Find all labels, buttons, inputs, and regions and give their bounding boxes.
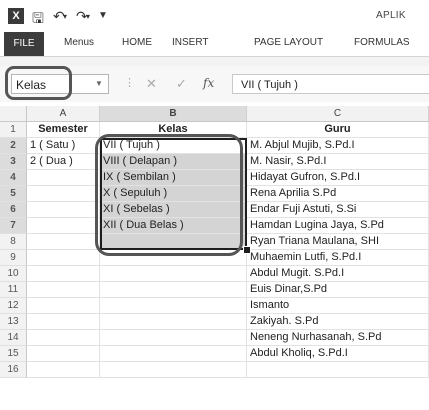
save-icon[interactable]: 🖫 [32,8,44,32]
customize-quick-access-icon[interactable]: ▼ [98,10,108,21]
table-cell[interactable] [27,298,100,314]
row-header[interactable]: 5 [0,186,27,202]
cell-header-semester[interactable]: Semester [27,122,100,138]
row-header[interactable]: 14 [0,330,27,346]
table-cell[interactable]: Zakiyah. S.Pd [247,314,429,330]
row-header[interactable]: 15 [0,346,27,362]
table-cell[interactable] [100,298,247,314]
table-cell[interactable]: Abdul Kholiq, S.Pd.I [247,346,429,362]
table-cell[interactable]: Muhaemin Lutfi, S.Pd.I [247,250,429,266]
table-cell[interactable] [27,330,100,346]
undo-dropdown-icon[interactable]: ▾ [63,12,67,21]
tab-page-layout[interactable]: PAGE LAYOUT [254,37,323,48]
table-cell[interactable] [27,234,100,250]
row-header[interactable]: 4 [0,170,27,186]
name-box-dropdown-icon[interactable]: ▼ [90,74,108,94]
table-cell[interactable]: IX ( Sembilan ) [100,170,247,186]
table-cell[interactable]: Hamdan Lugina Jaya, S.Pd [247,218,429,234]
column-header-b[interactable]: B [100,106,247,122]
row-header[interactable]: 8 [0,234,27,250]
table-cell[interactable] [27,202,100,218]
table-cell[interactable] [100,282,247,298]
table-cell[interactable]: VIII ( Delapan ) [100,154,247,170]
title-bar: X 🖫 ↶ ▾ ↷ ▾ ▼ APLIK [0,0,429,32]
table-cell[interactable] [27,346,100,362]
table-cell[interactable]: Ryan Triana Maulana, SHI [247,234,429,250]
table-cell[interactable]: Hidayat Gufron, S.Pd.I [247,170,429,186]
table-cell[interactable]: XII ( Dua Belas ) [100,218,247,234]
table-cell[interactable]: X ( Sepuluh ) [100,186,247,202]
row-header[interactable]: 9 [0,250,27,266]
table-cell[interactable]: M. Nasir, S.Pd.I [247,154,429,170]
cell-header-guru[interactable]: Guru [247,122,429,138]
table-cell[interactable] [100,234,247,250]
cell-header-kelas[interactable]: Kelas [100,122,247,138]
table-cell[interactable]: Endar Fuji Astuti, S.Si [247,202,429,218]
column-header-a[interactable]: A [27,106,100,122]
table-cell[interactable] [100,346,247,362]
table-cell[interactable] [100,362,247,378]
row-header[interactable]: 16 [0,362,27,378]
column-header-c[interactable]: C [247,106,429,122]
formula-input[interactable]: VII ( Tujuh ) [232,74,429,94]
row-header[interactable]: 12 [0,298,27,314]
fill-handle[interactable] [243,246,251,254]
select-all-corner[interactable] [0,106,27,122]
row-header[interactable]: 11 [0,282,27,298]
excel-logo-icon: X [8,8,24,24]
table-cell[interactable]: Euis Dinar,S.Pd [247,282,429,298]
table-cell[interactable] [27,218,100,234]
row-header[interactable]: 13 [0,314,27,330]
table-cell[interactable] [27,362,100,378]
table-cell[interactable]: Abdul Mugit. S.Pd.I [247,266,429,282]
table-cell[interactable] [100,250,247,266]
table-cell[interactable] [27,170,100,186]
table-cell[interactable]: XI ( Sebelas ) [100,202,247,218]
table-cell[interactable]: M. Abjul Mujib, S.Pd.I [247,138,429,154]
table-cell[interactable] [100,330,247,346]
table-cell[interactable] [247,362,429,378]
tab-home[interactable]: HOME [122,37,152,48]
ribbon-tabs: FILE Menus HOME INSERT PAGE LAYOUT FORMU… [0,32,429,56]
row-header[interactable]: 1 [0,122,27,138]
tab-formulas[interactable]: FORMULAS [354,37,410,48]
window-title: APLIK [376,10,406,21]
tab-file[interactable]: FILE [4,32,44,56]
insert-function-icon[interactable]: fx [203,76,214,90]
row-header[interactable]: 10 [0,266,27,282]
table-cell[interactable]: Ismanto [247,298,429,314]
tab-insert[interactable]: INSERT [172,37,209,48]
cancel-icon[interactable]: ✕ [146,76,157,92]
row-header[interactable]: 3 [0,154,27,170]
table-cell[interactable] [27,314,100,330]
table-cell[interactable]: Neneng Nurhasanah, S.Pd [247,330,429,346]
table-cell[interactable]: 2 ( Dua ) [27,154,100,170]
row-header[interactable]: 6 [0,202,27,218]
table-cell[interactable]: 1 ( Satu ) [27,138,100,154]
redo-dropdown-icon[interactable]: ▾ [86,12,90,21]
table-cell[interactable] [27,250,100,266]
name-box-highlight-oval [5,66,72,100]
tab-menus[interactable]: Menus [64,37,94,48]
row-header[interactable]: 7 [0,218,27,234]
enter-icon[interactable]: ✓ [176,76,187,92]
table-cell[interactable] [27,282,100,298]
table-cell[interactable] [27,186,100,202]
row-header[interactable]: 2 [0,138,27,154]
table-cell[interactable]: Rena Aprilia S.Pd [247,186,429,202]
active-cell[interactable]: VII ( Tujuh ) [100,138,247,154]
table-cell[interactable] [100,314,247,330]
table-cell[interactable] [100,266,247,282]
table-cell[interactable] [27,266,100,282]
formula-bar-grip-icon: ⋮ [124,77,135,89]
